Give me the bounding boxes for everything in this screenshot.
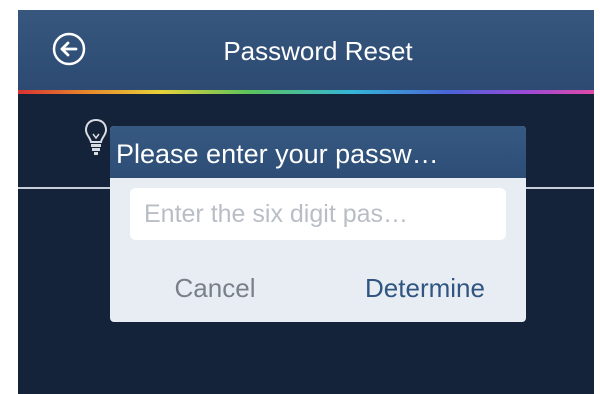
arrow-left-circle-icon (52, 32, 86, 66)
dialog-title: Please enter your passw… (116, 139, 439, 169)
nav-header: Password Reset (18, 10, 594, 90)
password-dialog: Please enter your passw… Cancel Determin… (110, 126, 526, 322)
back-button[interactable] (50, 30, 88, 68)
determine-button[interactable]: Determine (330, 262, 520, 314)
lightbulb-icon (84, 118, 108, 155)
dialog-header: Please enter your passw… (110, 126, 526, 178)
page-title: Password Reset (223, 36, 413, 66)
app-screen: Password Reset Please enter your passw… … (18, 10, 594, 394)
header-rainbow-divider (18, 90, 594, 94)
cancel-button[interactable]: Cancel (130, 262, 300, 314)
password-input[interactable] (130, 188, 506, 240)
